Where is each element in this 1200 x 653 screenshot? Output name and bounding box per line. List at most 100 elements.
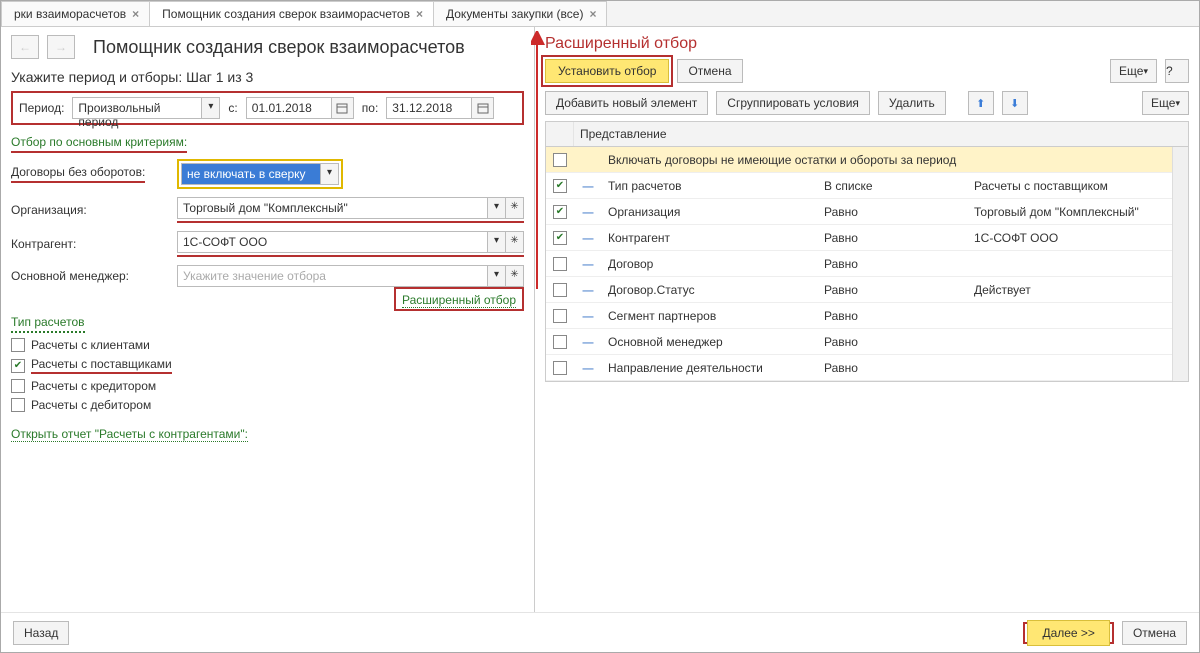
grid-header-row[interactable]: Включать договоры не имеющие остатки и о…	[546, 147, 1172, 173]
assistant-pane: ← → Помощник создания сверок взаиморасче…	[1, 27, 535, 612]
cancel-button[interactable]: Отмена	[1122, 621, 1187, 645]
chevron-down-icon[interactable]: ▾	[321, 163, 339, 185]
calc-types-header: Тип расчетов	[11, 311, 524, 333]
back-button[interactable]: Назад	[13, 621, 69, 645]
checkbox[interactable]	[11, 338, 25, 352]
filter-cond: Равно	[818, 330, 968, 354]
manager-input[interactable]: Укажите значение отбора	[177, 265, 488, 287]
calendar-icon[interactable]	[332, 97, 354, 119]
filter-val	[968, 337, 1172, 347]
organization-label: Организация:	[11, 203, 171, 217]
calendar-icon[interactable]	[472, 97, 494, 119]
group-conditions-button[interactable]: Сгруппировать условия	[716, 91, 870, 115]
more-button[interactable]: Еще ▾	[1142, 91, 1189, 115]
filter-row[interactable]: Контрагент Равно 1С-СОФТ ООО	[546, 225, 1172, 251]
contracts-no-turnover-select[interactable]: не включать в сверку	[181, 163, 321, 185]
open-report-link[interactable]: Открыть отчет "Расчеты с контрагентами":	[11, 427, 248, 442]
nav-forward-button[interactable]: →	[47, 35, 75, 59]
filter-name: Договор.Статус	[602, 278, 818, 302]
counterparty-input[interactable]: 1С-СОФТ ООО	[177, 231, 488, 253]
checkbox[interactable]	[11, 359, 25, 373]
tab-purchases[interactable]: Документы закупки (все) ×	[433, 1, 607, 26]
open-icon[interactable]: ✳	[506, 231, 524, 253]
grid-header: Представление	[546, 122, 1188, 147]
scrollbar[interactable]	[1172, 147, 1188, 381]
chevron-down-icon: ▾	[1175, 98, 1180, 109]
checkbox[interactable]	[553, 309, 567, 323]
type-clients-row[interactable]: Расчеты с клиентами	[11, 338, 524, 352]
period-type-select[interactable]: Произвольный период ▾	[72, 97, 220, 119]
filter-row[interactable]: Договор Равно	[546, 251, 1172, 277]
close-icon[interactable]: ×	[416, 7, 423, 21]
filter-cond: Равно	[818, 226, 968, 250]
tab-reconciliations[interactable]: рки взаиморасчетов ×	[1, 1, 150, 26]
period-label: Период:	[17, 101, 66, 115]
delete-button[interactable]: Удалить	[878, 91, 946, 115]
checkbox[interactable]	[553, 231, 567, 245]
counterparty-row: Контрагент: 1С-СОФТ ООО ▾ ✳	[11, 231, 524, 257]
criteria-header: Отбор по основным критериям:	[11, 135, 524, 153]
open-icon[interactable]: ✳	[506, 265, 524, 287]
contracts-no-turnover-label: Договоры без оборотов:	[11, 165, 145, 183]
cancel-filter-button[interactable]: Отмена	[677, 59, 742, 83]
checkbox[interactable]	[553, 335, 567, 349]
contracts-no-turnover-row: Договоры без оборотов: не включать в све…	[11, 159, 524, 189]
tab-assistant[interactable]: Помощник создания сверок взаиморасчетов …	[149, 1, 434, 26]
more-button[interactable]: Еще ▾	[1110, 59, 1157, 83]
filter-row[interactable]: Тип расчетов В списке Расчеты с поставщи…	[546, 173, 1172, 199]
tab-label: Помощник создания сверок взаиморасчетов	[162, 7, 410, 21]
checkbox[interactable]	[553, 257, 567, 271]
period-row: Период: Произвольный период ▾ с: 01.01.2…	[11, 91, 524, 125]
close-icon[interactable]: ×	[132, 7, 139, 21]
filter-row[interactable]: Сегмент партнеров Равно	[546, 303, 1172, 329]
open-icon[interactable]: ✳	[506, 197, 524, 219]
add-element-button[interactable]: Добавить новый элемент	[545, 91, 708, 115]
filter-row[interactable]: Договор.Статус Равно Действует	[546, 277, 1172, 303]
checkbox[interactable]	[11, 379, 25, 393]
checkbox[interactable]	[11, 398, 25, 412]
filter-toolbar-secondary: Добавить новый элемент Сгруппировать усл…	[545, 91, 1189, 115]
chevron-down-icon[interactable]: ▾	[488, 265, 506, 287]
filter-cond: Равно	[818, 278, 968, 302]
move-down-button[interactable]	[1002, 91, 1028, 115]
filter-row[interactable]: Направление деятельности Равно	[546, 355, 1172, 381]
filter-item-icon	[583, 205, 594, 219]
filter-name: Основной менеджер	[602, 330, 818, 354]
date-to-wrap[interactable]: 31.12.2018	[386, 97, 494, 119]
filter-row[interactable]: Организация Равно Торговый дом "Комплекс…	[546, 199, 1172, 225]
date-to-input[interactable]: 31.12.2018	[386, 97, 472, 119]
advanced-filter-link[interactable]: Расширенный отбор	[402, 293, 516, 308]
period-type-input[interactable]: Произвольный период	[72, 97, 202, 119]
checkbox[interactable]	[553, 179, 567, 193]
chevron-down-icon[interactable]: ▾	[488, 231, 506, 253]
checkbox[interactable]	[553, 361, 567, 375]
advanced-filter-pane: Расширенный отбор Установить отбор Отмен…	[535, 27, 1199, 612]
type-debtor-row[interactable]: Расчеты с дебитором	[11, 398, 524, 412]
chevron-down-icon[interactable]: ▾	[488, 197, 506, 219]
apply-filter-button[interactable]: Установить отбор	[545, 59, 669, 83]
date-from-input[interactable]: 01.01.2018	[246, 97, 332, 119]
manager-label: Основной менеджер:	[11, 269, 171, 283]
move-up-button[interactable]	[968, 91, 994, 115]
grid-header-cell[interactable]: Представление	[574, 122, 1188, 146]
filter-cond: Равно	[818, 356, 968, 380]
nav-back-button[interactable]: ←	[11, 35, 39, 59]
filter-val	[968, 311, 1172, 321]
checkbox[interactable]	[553, 283, 567, 297]
type-creditor-row[interactable]: Расчеты с кредитором	[11, 379, 524, 393]
filter-cond: Равно	[818, 252, 968, 276]
filter-item-icon	[583, 361, 594, 375]
help-button[interactable]: ?	[1165, 59, 1189, 83]
filter-row[interactable]: Основной менеджер Равно	[546, 329, 1172, 355]
close-icon[interactable]: ×	[589, 7, 596, 21]
checkbox[interactable]	[553, 205, 567, 219]
period-to-label: по:	[360, 101, 381, 115]
organization-input[interactable]: Торговый дом "Комплексный"	[177, 197, 488, 219]
date-from-wrap[interactable]: 01.01.2018	[246, 97, 354, 119]
filter-cond: В списке	[818, 174, 968, 198]
next-button[interactable]: Далее >>	[1027, 620, 1110, 646]
checkbox[interactable]	[553, 153, 567, 167]
chevron-down-icon: ▾	[1143, 66, 1148, 77]
chevron-down-icon[interactable]: ▾	[202, 97, 220, 119]
type-suppliers-row[interactable]: Расчеты с поставщиками	[11, 357, 524, 374]
